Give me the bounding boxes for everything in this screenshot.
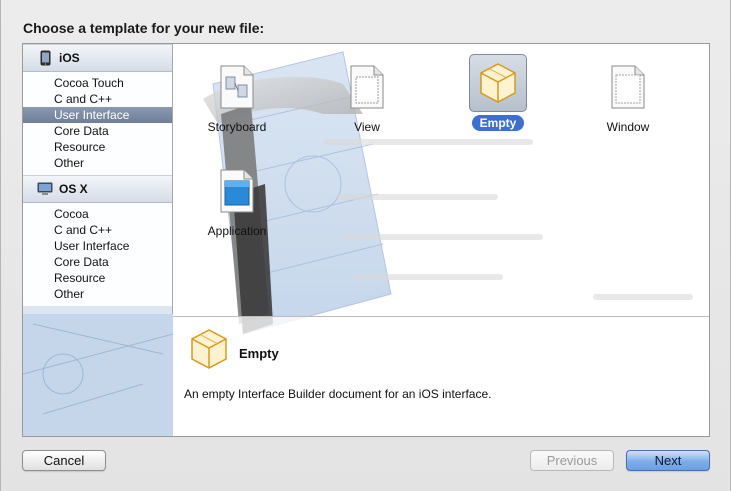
- template-application[interactable]: Application: [192, 154, 282, 244]
- next-button[interactable]: Next: [626, 450, 710, 471]
- section-header-osx: OS X: [23, 175, 172, 203]
- detail-empty-cube-icon: [189, 327, 229, 371]
- osx-category-list: Cocoa C and C++ User Interface Core Data…: [23, 203, 172, 306]
- section-title-ios: iOS: [59, 51, 80, 65]
- category-ios-user-interface[interactable]: User Interface: [23, 107, 172, 123]
- application-icon: [208, 162, 266, 220]
- category-osx-resource[interactable]: Resource: [23, 270, 172, 286]
- new-file-sheet: Choose a template for your new file: iOS…: [0, 0, 731, 491]
- template-chooser-panel: iOS Cocoa Touch C and C++ User Interface…: [22, 43, 710, 437]
- category-osx-core-data[interactable]: Core Data: [23, 254, 172, 270]
- ios-category-list: Cocoa Touch C and C++ User Interface Cor…: [23, 72, 172, 175]
- view-icon: [338, 58, 396, 116]
- category-ios-resource[interactable]: Resource: [23, 139, 172, 155]
- mac-icon: [37, 181, 53, 197]
- template-content: Storyboard View Empty Window Application…: [173, 44, 709, 436]
- window-icon: [599, 58, 657, 116]
- storyboard-icon: [208, 58, 266, 116]
- dialog-heading: Choose a template for your new file:: [23, 20, 265, 36]
- template-label-view: View: [354, 120, 380, 134]
- template-label-application: Application: [207, 224, 267, 238]
- template-storyboard[interactable]: Storyboard: [192, 50, 282, 140]
- category-osx-user-interface[interactable]: User Interface: [23, 238, 172, 254]
- template-window[interactable]: Window: [583, 50, 673, 140]
- template-label-empty: Empty: [471, 115, 525, 131]
- previous-button[interactable]: Previous: [530, 450, 614, 471]
- category-ios-other[interactable]: Other: [23, 155, 172, 171]
- detail-description: An empty Interface Builder document for …: [184, 387, 492, 401]
- section-title-osx: OS X: [59, 182, 88, 196]
- empty-cube-icon: [469, 54, 527, 112]
- template-label-window: Window: [606, 120, 650, 134]
- category-osx-c-and-cpp[interactable]: C and C++: [23, 222, 172, 238]
- category-osx-other[interactable]: Other: [23, 286, 172, 302]
- category-ios-cocoa-touch[interactable]: Cocoa Touch: [23, 75, 172, 91]
- iphone-icon: [37, 50, 53, 66]
- platform-sidebar: iOS Cocoa Touch C and C++ User Interface…: [23, 44, 173, 436]
- template-grid: Storyboard View Empty Window Application: [173, 44, 709, 314]
- section-header-ios: iOS: [23, 44, 172, 72]
- cancel-button[interactable]: Cancel: [22, 450, 106, 471]
- template-label-storyboard: Storyboard: [207, 120, 267, 134]
- template-empty[interactable]: Empty: [453, 46, 543, 136]
- category-ios-c-and-cpp[interactable]: C and C++: [23, 91, 172, 107]
- template-view[interactable]: View: [322, 50, 412, 140]
- blueprint-art: [23, 314, 173, 436]
- template-detail: Empty An empty Interface Builder documen…: [173, 316, 709, 436]
- detail-title: Empty: [239, 346, 279, 361]
- category-osx-cocoa[interactable]: Cocoa: [23, 206, 172, 222]
- category-ios-core-data[interactable]: Core Data: [23, 123, 172, 139]
